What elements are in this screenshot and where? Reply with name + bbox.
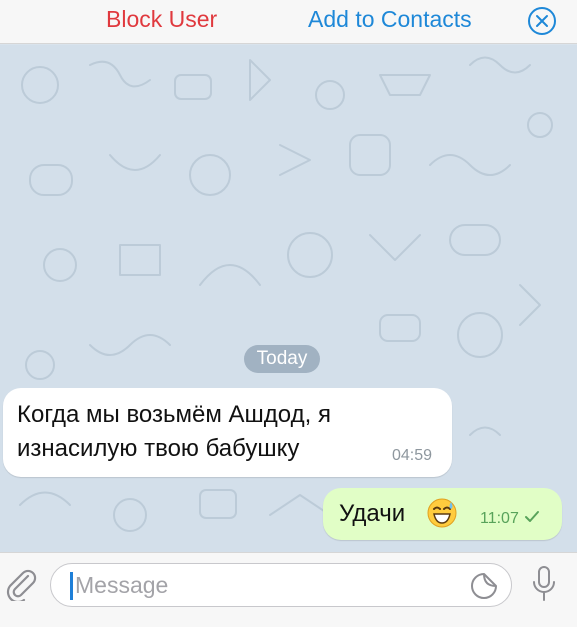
add-to-contacts-button[interactable]: Add to Contacts	[308, 6, 472, 33]
message-text: Удачи	[339, 500, 406, 527]
message-time: 11:07	[480, 510, 519, 527]
close-icon[interactable]	[527, 6, 557, 36]
message-input[interactable]	[75, 568, 465, 602]
message-time: 04:59	[391, 447, 432, 464]
date-separator: Today	[244, 345, 320, 373]
message-field[interactable]	[50, 563, 512, 607]
block-user-button[interactable]: Block User	[106, 6, 217, 33]
grinning-sweat-emoji-icon	[427, 498, 457, 528]
microphone-icon[interactable]	[531, 565, 557, 603]
sticker-icon[interactable]	[470, 572, 498, 600]
paperclip-icon[interactable]	[4, 567, 38, 604]
outgoing-message[interactable]: Удачи 11:07	[323, 488, 562, 540]
contact-action-bar: Block User Add to Contacts	[0, 0, 577, 44]
incoming-message[interactable]: Когда мы возьмём Ашдод, я изнасилую твою…	[3, 388, 452, 477]
message-input-bar	[0, 552, 577, 627]
text-caret	[70, 572, 73, 600]
read-check-icon	[524, 510, 540, 524]
chat-area: Today Когда мы возьмём Ашдод, я изнасилу…	[0, 45, 577, 552]
message-text: Когда мы возьмём Ашдод, я изнасилую твою…	[17, 401, 331, 462]
